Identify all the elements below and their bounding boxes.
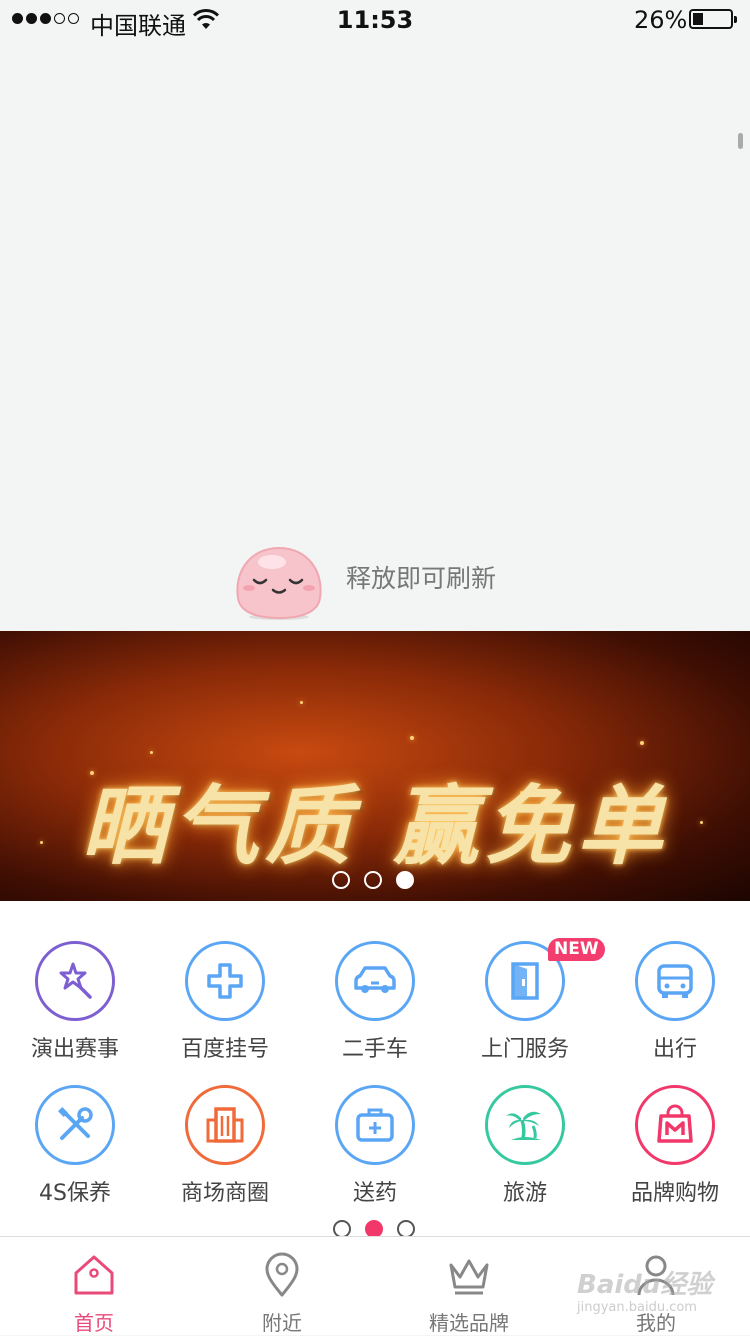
banner-pagination (332, 871, 414, 889)
scroll-indicator[interactable] (738, 133, 743, 149)
magic-wand-star-icon (35, 941, 115, 1021)
crown-icon (449, 1259, 489, 1295)
service-label: 二手车 (341, 1037, 408, 1062)
building-icon (185, 1085, 265, 1165)
promo-banner[interactable]: 晒气质 赢免单 (0, 631, 750, 901)
service-label: 品牌购物 (630, 1181, 719, 1206)
banner-page-dot[interactable] (364, 871, 382, 889)
tab-label: 精选品牌 (429, 1311, 509, 1335)
service-label: 百度挂号 (180, 1037, 269, 1062)
services-grid: 演出赛事 百度挂号 二手车 NEW 上门服务 出行 4S保养 商场商圈 送药 旅… (0, 901, 750, 1236)
service-label: 商场商圈 (180, 1181, 269, 1206)
service-label: 4S保养 (39, 1181, 111, 1206)
tab-featured-brands[interactable]: 精选品牌 (375, 1237, 563, 1335)
watermark-url: jingyan.baidu.com (577, 1300, 697, 1315)
medicine-kit-icon (335, 1085, 415, 1165)
plus-cross-icon (185, 941, 265, 1021)
banner-headline: 晒气质 赢免单 (81, 776, 669, 877)
service-label: 送药 (352, 1181, 397, 1206)
service-hospital-booking[interactable]: 百度挂号 (150, 941, 300, 1081)
car-icon (335, 941, 415, 1021)
service-label: 演出赛事 (30, 1037, 119, 1062)
banner-page-dot[interactable] (332, 871, 350, 889)
status-bar: 中国联通 11:53 26% (0, 0, 750, 40)
service-medicine-delivery[interactable]: 送药 (300, 1085, 450, 1225)
service-label: 旅游 (502, 1181, 547, 1206)
tab-label: 附近 (262, 1311, 302, 1335)
service-4s-maintenance[interactable]: 4S保养 (0, 1085, 150, 1225)
service-malls[interactable]: 商场商圈 (150, 1085, 300, 1225)
watermark-logo: Baidu经验 (577, 1270, 713, 1300)
service-label: 上门服务 (480, 1037, 569, 1062)
palm-tree-icon (485, 1085, 565, 1165)
banner-page-dot-active[interactable] (396, 871, 414, 889)
tab-nearby[interactable]: 附近 (188, 1237, 376, 1335)
service-home-service[interactable]: NEW 上门服务 (450, 938, 605, 1081)
new-badge: NEW (548, 938, 605, 961)
battery-percentage: 26% (634, 6, 688, 34)
tab-label: 首页 (74, 1311, 114, 1335)
service-travel[interactable]: 出行 (600, 941, 750, 1081)
location-pin-icon (265, 1252, 299, 1297)
bus-icon (635, 941, 715, 1021)
service-brand-shopping[interactable]: 品牌购物 (600, 1085, 750, 1225)
service-label: 出行 (652, 1037, 697, 1062)
service-tourism[interactable]: 旅游 (450, 1085, 600, 1225)
home-icon (74, 1255, 114, 1295)
mascot-icon (236, 546, 322, 620)
tab-home[interactable]: 首页 (0, 1237, 188, 1335)
service-used-car[interactable]: 二手车 (300, 941, 450, 1081)
service-performances[interactable]: 演出赛事 (0, 941, 150, 1081)
battery-icon (689, 9, 737, 29)
refresh-hint: 释放即可刷新 (346, 564, 497, 593)
pull-to-refresh: 释放即可刷新 (0, 530, 750, 630)
tools-icon (35, 1085, 115, 1165)
shopping-bag-icon (635, 1085, 715, 1165)
